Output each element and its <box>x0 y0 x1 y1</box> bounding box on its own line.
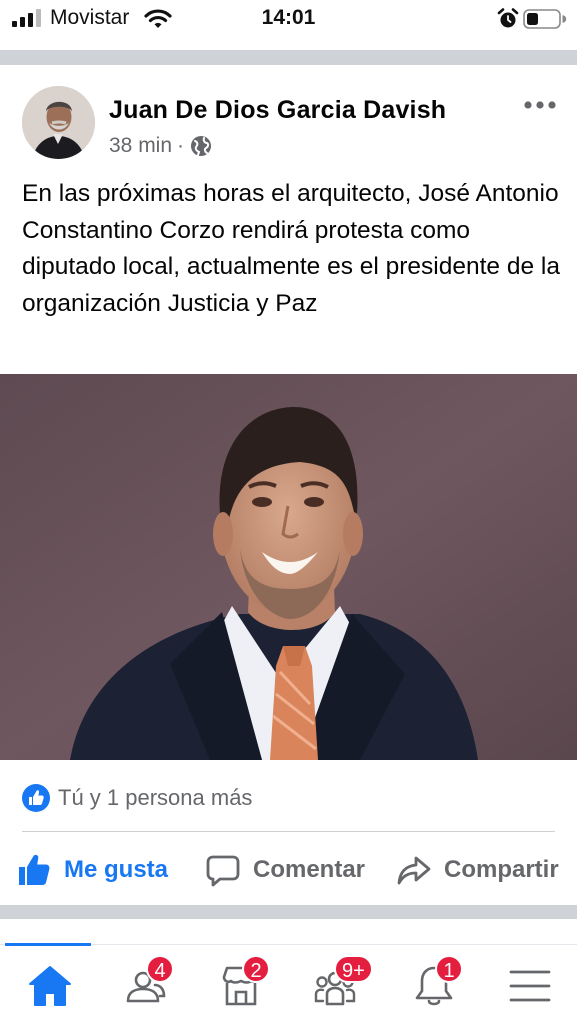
menu-icon <box>509 970 551 1002</box>
marketplace-badge: 2 <box>242 955 270 983</box>
like-reaction-icon <box>22 784 50 812</box>
active-tab-indicator <box>5 943 91 946</box>
post-time[interactable]: 38 min <box>109 134 172 158</box>
nav-marketplace[interactable]: 2 <box>212 955 270 1017</box>
comment-label: Comentar <box>253 856 366 883</box>
nav-home[interactable] <box>21 961 77 1017</box>
alarm-icon <box>497 8 519 28</box>
reactions-summary[interactable]: Tú y 1 persona más <box>22 782 252 814</box>
status-bar: Movistar 14:01 <box>0 0 577 40</box>
like-button[interactable]: Me gusta <box>16 848 168 892</box>
feed-separator <box>0 50 577 65</box>
avatar-image <box>22 86 95 159</box>
nav-menu[interactable] <box>501 961 557 1017</box>
notifications-badge: 1 <box>435 955 463 983</box>
bottom-navigation: 4 2 9+ 1 <box>0 943 577 1024</box>
status-time: 14:01 <box>261 6 316 29</box>
friends-badge: 4 <box>146 955 174 983</box>
feed-separator-bottom <box>0 905 577 919</box>
groups-badge: 9+ <box>334 955 373 983</box>
like-label: Me gusta <box>64 856 169 883</box>
comment-icon <box>206 855 240 887</box>
nav-groups[interactable]: 9+ <box>306 955 373 1017</box>
thumbs-up-icon <box>19 854 50 885</box>
meta-separator: · <box>177 134 185 157</box>
reactions-text: Tú y 1 persona más <box>58 785 253 810</box>
author-avatar[interactable] <box>22 86 95 159</box>
battery-icon <box>523 9 567 29</box>
nav-friends[interactable]: 4 <box>116 955 174 1017</box>
post-photo[interactable] <box>0 374 577 760</box>
more-horizontal-icon[interactable] <box>520 94 560 116</box>
post-meta: 38 min · <box>109 134 212 158</box>
photo-image <box>0 374 577 760</box>
home-icon <box>29 966 71 1006</box>
post-author-name[interactable]: Juan De Dios Garcia Davish <box>109 96 446 125</box>
post-text: En las próximas horas el arquitecto, Jos… <box>22 180 560 317</box>
comment-button[interactable]: Comentar <box>205 848 365 892</box>
globe-icon <box>191 136 212 156</box>
share-label: Compartir <box>444 856 559 883</box>
share-icon <box>397 856 431 885</box>
share-button[interactable]: Compartir <box>396 848 559 892</box>
actions-divider <box>22 831 555 832</box>
nav-notifications[interactable]: 1 <box>405 955 463 1017</box>
